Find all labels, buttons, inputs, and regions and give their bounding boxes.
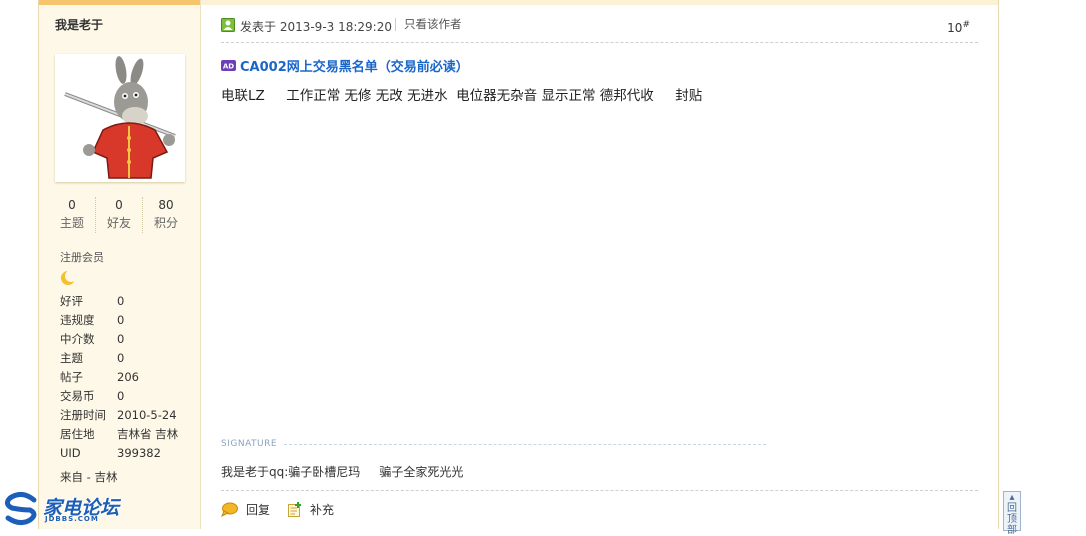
crescent-moon-icon: [60, 270, 77, 289]
info-row-posts: 帖子 206: [60, 368, 195, 387]
info-value: 0: [117, 351, 125, 365]
signature-divider: [284, 444, 766, 445]
info-row-location: 居住地 吉林省 吉林: [60, 425, 195, 444]
info-key: 违规度: [60, 313, 95, 327]
stat-points[interactable]: 80 积分: [143, 197, 189, 233]
frame-right-border: [998, 0, 999, 529]
info-row-escrow: 中介数 0: [60, 330, 195, 349]
supplement-icon: [288, 502, 301, 517]
signature-text: 我是老于qq:骗子卧槽尼玛 骗子全家死光光: [221, 465, 464, 479]
logo-swirl-icon: [4, 492, 37, 526]
author-origin: 来自 - 吉林: [60, 470, 118, 484]
info-value: 399382: [117, 446, 161, 460]
stat-label: 积分: [153, 216, 178, 230]
info-key: UID: [60, 446, 81, 460]
info-key: 好评: [60, 294, 83, 308]
info-key: 主题: [60, 351, 83, 365]
reply-button[interactable]: 回复: [221, 501, 270, 518]
ad-link[interactable]: CA002网上交易黑名单（交易前必读）: [240, 56, 469, 75]
post-actions: 回复 补充: [221, 490, 978, 530]
info-key: 帖子: [60, 370, 83, 384]
post-timestamp: 发表于 2013-9-3 18:29:20: [240, 20, 392, 34]
stat-value: 0: [68, 198, 76, 212]
floor-mark: #: [962, 20, 970, 30]
ad-badge-text: AD: [223, 63, 234, 71]
info-value: 2010-5-24: [117, 408, 177, 422]
supplement-label: 补充: [310, 503, 335, 517]
info-key: 中介数: [60, 332, 95, 346]
only-author-link[interactable]: 只看该作者: [395, 18, 462, 31]
info-row-uid: UID 399382: [60, 444, 195, 463]
floor-value: 10: [947, 21, 963, 35]
user-group[interactable]: 注册会员: [60, 249, 104, 265]
info-value: 0: [117, 332, 125, 346]
author-info: 好评 0 违规度 0 中介数 0 主题 0 帖子 206 交易币 0 注册时间 2010-5-…: [60, 292, 195, 463]
author-username[interactable]: 我是老于: [55, 16, 103, 33]
info-key: 交易币: [60, 389, 95, 403]
info-row-regdate: 注册时间 2010-5-24: [60, 406, 195, 425]
info-row-coins: 交易币 0: [60, 387, 195, 406]
info-row-threads: 主题 0: [60, 349, 195, 368]
author-stats: 0 主题 0 好友 80 积分: [49, 197, 189, 233]
post-top-bar: [201, 0, 998, 5]
logo-domain: JDBBS.COM: [45, 515, 99, 523]
back-to-top-label: 回顶部: [1007, 503, 1017, 536]
stat-label: 好友: [106, 216, 131, 230]
info-value: 0: [117, 389, 125, 403]
info-key: 注册时间: [60, 408, 106, 422]
reply-label: 回复: [246, 503, 271, 517]
ad-banner: AD CA002网上交易黑名单（交易前必读）: [221, 56, 469, 75]
stat-threads[interactable]: 0 主题: [49, 197, 96, 233]
reply-icon: [221, 502, 238, 517]
online-status-icon: [221, 18, 235, 32]
supplement-button[interactable]: 补充: [288, 501, 334, 518]
info-value: 吉林省 吉林: [117, 427, 179, 441]
avatar[interactable]: [55, 54, 185, 182]
info-value: 206: [117, 370, 139, 384]
signature-label: SIGNATURE: [221, 439, 278, 449]
author-sidebar: 我是老于 0 主题 0 好友 80 积分 注册会员 好评 0 违规度 0 中介数…: [39, 0, 201, 529]
info-key: 居住地: [60, 427, 95, 441]
back-to-top-button[interactable]: ▴ 回顶部: [1003, 491, 1021, 536]
info-row-violations: 违规度 0: [60, 311, 195, 330]
stat-value: 0: [115, 198, 123, 212]
floor-number[interactable]: 10#: [947, 20, 970, 35]
post-header: 发表于 2013-9-3 18:29:20 只看该作者 10#: [221, 14, 978, 43]
info-row-rating: 好评 0: [60, 292, 195, 311]
info-value: 0: [117, 313, 125, 327]
stat-value: 80: [158, 198, 174, 212]
post-content: 电联LZ 工作正常 无修 无改 无进水 电位器无杂音 显示正常 德邦代收 封贴: [221, 88, 703, 104]
info-value: 0: [117, 294, 125, 308]
stat-friends[interactable]: 0 好友: [96, 197, 143, 233]
ad-badge-icon: AD: [221, 60, 236, 71]
site-logo: 家电论坛 JDBBS.COM: [4, 491, 129, 527]
stat-label: 主题: [59, 216, 84, 230]
back-to-top-arrow-icon: ▴: [1009, 492, 1015, 503]
sidebar-top-bar: [39, 0, 200, 5]
